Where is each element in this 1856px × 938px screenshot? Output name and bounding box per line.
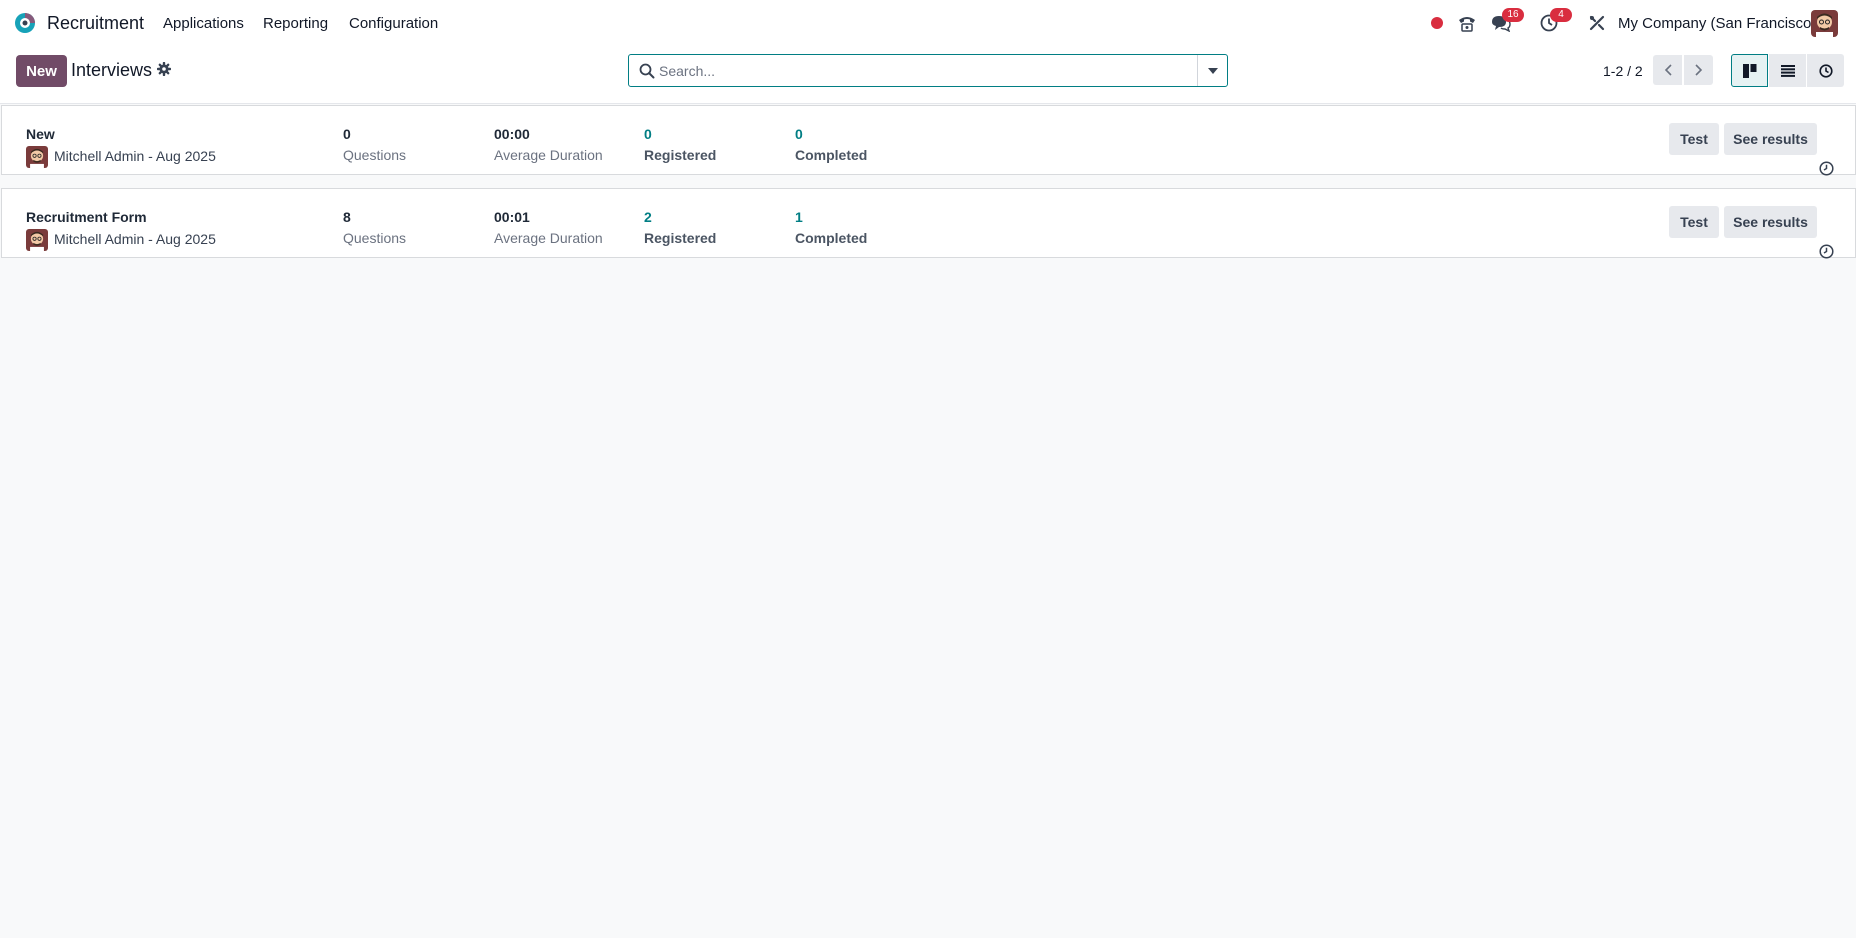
user-avatar-icon bbox=[26, 229, 48, 251]
questions-label: Questions bbox=[343, 147, 407, 163]
debug-tools-button[interactable] bbox=[1586, 12, 1608, 34]
owner-date: Mitchell Admin - Aug 2025 bbox=[54, 231, 216, 247]
owner-date: Mitchell Admin - Aug 2025 bbox=[54, 148, 216, 164]
questions-count: 8 bbox=[343, 209, 351, 225]
app-name[interactable]: Recruitment bbox=[47, 13, 144, 34]
tools-icon bbox=[1589, 15, 1605, 31]
user-avatar-icon bbox=[1811, 10, 1838, 37]
owner-avatar bbox=[26, 146, 48, 168]
survey-card[interactable]: Recruitment Form Mitchell Admin - Aug 20… bbox=[1, 188, 1856, 259]
page-title: Interviews bbox=[71, 60, 153, 80]
pager-next-button[interactable] bbox=[1684, 55, 1713, 85]
activity-view-button[interactable] bbox=[1807, 54, 1844, 87]
completed-label[interactable]: Completed bbox=[795, 147, 867, 163]
average-duration-label: Average Duration bbox=[494, 147, 603, 163]
recording-indicator[interactable] bbox=[1428, 12, 1446, 34]
activity-clock-icon[interactable] bbox=[1819, 244, 1834, 259]
recruitment-app-icon[interactable] bbox=[14, 12, 36, 34]
average-duration-value: 00:01 bbox=[494, 209, 530, 225]
survey-card[interactable]: New Mitchell Admin - Aug 2025 0 Question… bbox=[1, 105, 1856, 176]
chevron-right-icon bbox=[1694, 64, 1702, 76]
chevron-left-icon bbox=[1664, 64, 1672, 76]
completed-count[interactable]: 0 bbox=[795, 126, 803, 142]
menu-applications[interactable]: Applications bbox=[163, 15, 244, 32]
search-input[interactable] bbox=[659, 58, 1199, 83]
registered-label[interactable]: Registered bbox=[644, 230, 716, 246]
search-bar[interactable] bbox=[628, 54, 1228, 87]
registered-count[interactable]: 2 bbox=[644, 209, 652, 225]
new-button[interactable]: New bbox=[16, 55, 67, 87]
see-results-button[interactable]: See results bbox=[1724, 206, 1817, 238]
search-icon bbox=[639, 63, 655, 79]
messages-button[interactable]: 16 bbox=[1490, 8, 1524, 34]
menu-reporting[interactable]: Reporting bbox=[263, 15, 328, 32]
registered-label[interactable]: Registered bbox=[644, 147, 716, 163]
menu-configuration[interactable]: Configuration bbox=[349, 15, 438, 32]
completed-label[interactable]: Completed bbox=[795, 230, 867, 246]
see-results-button[interactable]: See results bbox=[1724, 123, 1817, 155]
kanban-icon bbox=[1742, 63, 1756, 78]
phone-icon bbox=[1459, 17, 1475, 32]
card-title[interactable]: Recruitment Form bbox=[26, 209, 147, 225]
pager-previous-button[interactable] bbox=[1653, 55, 1682, 85]
activities-button[interactable]: 4 bbox=[1538, 8, 1572, 34]
list-view-button[interactable] bbox=[1769, 54, 1806, 87]
control-panel: New Interviews 1-2 / 2 bbox=[0, 46, 1856, 104]
user-avatar-icon bbox=[26, 146, 48, 168]
user-avatar[interactable] bbox=[1811, 10, 1838, 37]
questions-count: 0 bbox=[343, 126, 351, 142]
messages-badge: 16 bbox=[1502, 8, 1524, 22]
kanban-view-button[interactable] bbox=[1731, 54, 1768, 87]
search-options-toggle[interactable] bbox=[1197, 55, 1227, 86]
phone-button[interactable] bbox=[1456, 12, 1478, 34]
activity-clock-icon[interactable] bbox=[1819, 161, 1834, 176]
activities-badge: 4 bbox=[1550, 8, 1572, 22]
list-icon bbox=[1780, 64, 1795, 77]
completed-count[interactable]: 1 bbox=[795, 209, 803, 225]
test-button[interactable]: Test bbox=[1669, 206, 1719, 238]
top-navbar: Recruitment Applications Reporting Confi… bbox=[0, 0, 1856, 46]
questions-label: Questions bbox=[343, 230, 407, 246]
test-button[interactable]: Test bbox=[1669, 123, 1719, 155]
record-dot-icon bbox=[1431, 17, 1443, 29]
registered-count[interactable]: 0 bbox=[644, 126, 652, 142]
card-title[interactable]: New bbox=[26, 126, 55, 142]
gear-icon[interactable] bbox=[157, 62, 171, 76]
clock-icon bbox=[1818, 63, 1833, 78]
pager-value[interactable]: 1-2 / 2 bbox=[1603, 63, 1643, 79]
average-duration-value: 00:00 bbox=[494, 126, 530, 142]
caret-down-icon bbox=[1207, 67, 1218, 74]
owner-avatar bbox=[26, 229, 48, 251]
company-switcher[interactable]: My Company (San Francisco) bbox=[1618, 15, 1816, 32]
average-duration-label: Average Duration bbox=[494, 230, 603, 246]
